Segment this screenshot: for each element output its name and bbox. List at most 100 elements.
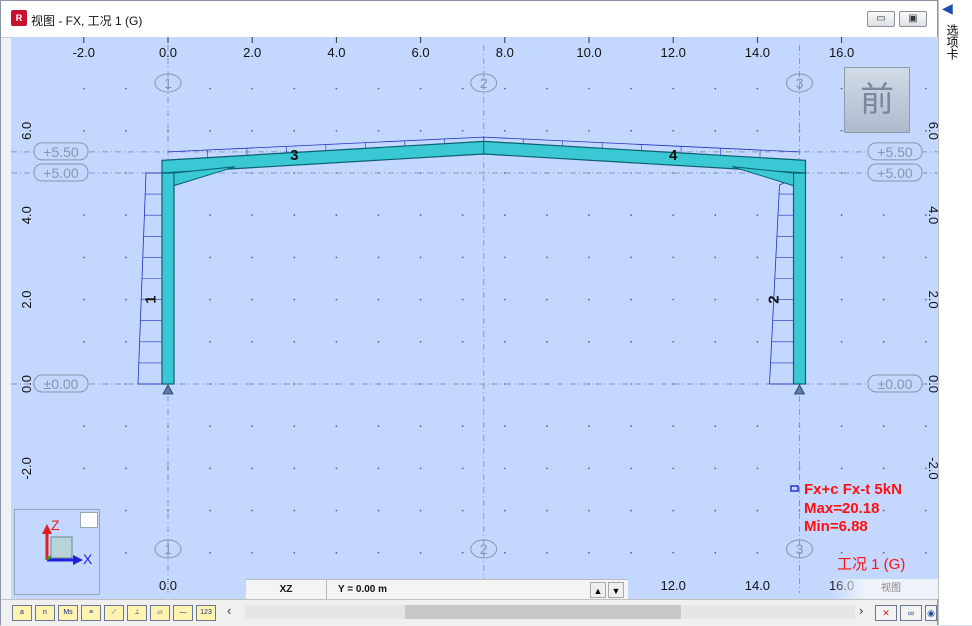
grid-dot <box>546 467 548 470</box>
spin-down-button[interactable]: ▼ <box>608 582 624 598</box>
grid-dot <box>714 129 717 132</box>
grid-dot <box>251 214 254 217</box>
display-toolbar-button[interactable]: ⟋ <box>104 605 124 621</box>
minimize-button[interactable]: ▭ <box>867 11 895 27</box>
column-member-1[interactable] <box>161 172 175 385</box>
level-tag-label: +5.50 <box>877 144 913 160</box>
level-tag-label: +5.00 <box>877 165 913 181</box>
grid-dot <box>419 256 422 259</box>
grid-dot <box>335 298 338 301</box>
grid-dot <box>419 129 422 132</box>
grid-dot <box>882 467 885 470</box>
grid-dot <box>672 425 675 428</box>
grid-axis-label: 3 <box>796 541 804 557</box>
grid-dot <box>756 467 759 470</box>
structure-view-canvas[interactable]: -2.00.02.04.06.08.010.012.014.016.0 -2.0… <box>11 37 945 599</box>
view-tag-text: 视图 <box>881 583 901 594</box>
grid-dot <box>840 214 843 217</box>
display-toolbar-button[interactable]: 123 <box>196 605 216 621</box>
grid-dot <box>82 214 85 217</box>
grid-dot <box>503 87 506 90</box>
grid-dot <box>588 509 590 512</box>
grid-dot <box>546 425 548 428</box>
grid-dot <box>461 214 464 217</box>
grid-dot <box>840 383 843 385</box>
navigator-tab-label[interactable]: 选项卡 <box>945 24 961 60</box>
application-window: R 视图 - FX, 工况 1 (G) ▭ ▣ -2.0 0.0 2.0 4.0 6.0… <box>0 0 945 626</box>
grid-dot <box>293 87 296 90</box>
grid-dot <box>546 129 548 132</box>
grid-dot <box>82 129 85 132</box>
display-toolbar-button[interactable]: n <box>35 605 55 621</box>
horizontal-scrollbar-thumb[interactable] <box>405 605 681 619</box>
title-bar: R 视图 - FX, 工况 1 (G) ▭ ▣ <box>1 1 937 38</box>
display-toolbar-button[interactable]: ≡ <box>81 605 101 621</box>
grid-dot <box>377 509 380 512</box>
grid-dot <box>882 256 885 259</box>
grid-dot <box>924 256 927 259</box>
gizmo-options-button[interactable] <box>80 512 98 528</box>
grid-dot <box>209 340 212 343</box>
grid-dot <box>672 467 675 470</box>
display-toolbar-button[interactable]: Ms <box>58 605 78 621</box>
grid-dot <box>840 425 843 428</box>
grid-dot <box>840 298 843 301</box>
x-tick-label: 8.0 <box>496 45 514 60</box>
grid-dot <box>251 298 254 301</box>
grid-axis-label: 1 <box>164 541 172 557</box>
x-tick-label: 2.0 <box>243 45 261 60</box>
grid-dot <box>419 87 422 90</box>
member-label: 3 <box>290 147 298 164</box>
work-plane-label[interactable]: XZ <box>246 580 327 600</box>
grid-dot <box>630 467 632 470</box>
grid-dot <box>125 87 127 90</box>
grid-dot <box>125 509 127 512</box>
display-toolbar-button[interactable]: a <box>12 605 32 621</box>
restore-button[interactable]: ▣ <box>899 11 927 27</box>
display-toolbar-button[interactable]: — <box>173 605 193 621</box>
view-cube[interactable]: 前 <box>844 67 910 133</box>
grid-dot <box>503 256 506 259</box>
grid-dot <box>209 551 212 554</box>
grid-dot <box>756 87 759 90</box>
member-label: 2 <box>765 295 782 303</box>
grid-dot <box>630 256 632 259</box>
grid-dot <box>293 467 296 470</box>
grid-dot <box>672 340 675 343</box>
grid-dot <box>588 256 590 259</box>
grid-dot <box>672 383 675 385</box>
grid-dot <box>924 87 927 90</box>
grid-dot <box>630 425 632 428</box>
navigator-side-panel[interactable]: ◀ 选项卡 <box>938 0 972 625</box>
grid-dot <box>714 551 717 554</box>
scroll-left-arrow[interactable]: ‹ <box>227 603 231 618</box>
legend-line: Max=20.18 <box>804 500 879 517</box>
grid-dot <box>756 425 759 428</box>
grid-dot <box>924 551 927 554</box>
grid-dot <box>209 214 212 217</box>
back-arrow-icon[interactable]: ◀ <box>942 0 953 17</box>
grid-dot <box>125 467 127 470</box>
grid-dot <box>672 256 675 259</box>
scroll-right-arrow[interactable]: › <box>859 603 863 618</box>
grid-dot <box>293 509 296 512</box>
grid-dot <box>209 509 212 512</box>
display-toolbar-button[interactable]: ▱ <box>150 605 170 621</box>
grid-dot <box>82 467 85 470</box>
column-member-2[interactable] <box>792 172 807 385</box>
display-toolbar-button[interactable]: ⊥ <box>127 605 147 621</box>
grid-dot <box>461 87 464 90</box>
view-link-button[interactable]: ∞ <box>900 605 922 621</box>
grid-dot <box>630 214 632 217</box>
window-title: 视图 - FX, 工况 1 (G) <box>31 14 143 28</box>
grid-dot <box>335 467 338 470</box>
grid-dot <box>588 87 590 90</box>
grid-dot <box>882 298 885 301</box>
grid-axis-label: 2 <box>480 75 488 91</box>
grid-dot <box>882 551 885 554</box>
result-toggle-button[interactable]: ✕ <box>875 605 897 621</box>
render-mode-button[interactable]: ◉ <box>925 605 937 621</box>
grid-dot <box>419 214 422 217</box>
grid-dot <box>714 214 717 217</box>
spin-up-button[interactable]: ▲ <box>590 582 606 598</box>
